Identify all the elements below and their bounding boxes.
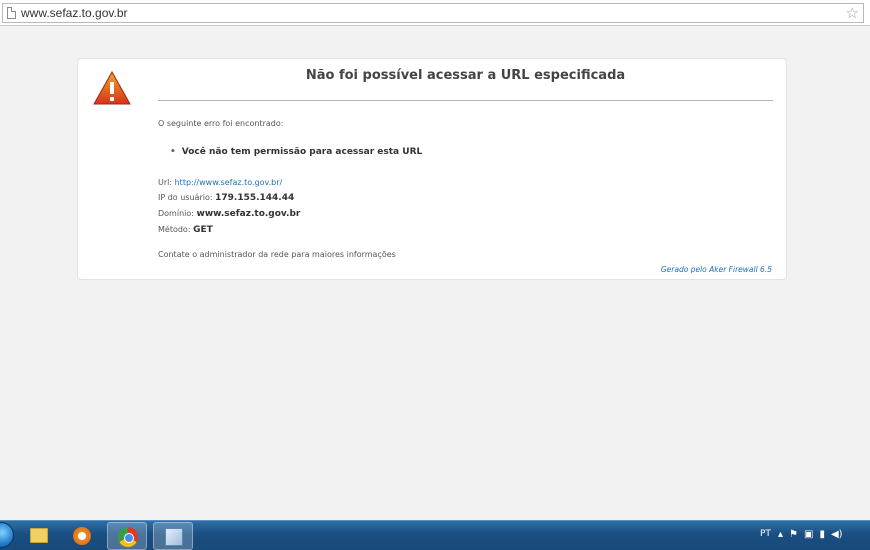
intro-text: O seguinte erro foi encontrado:: [158, 119, 284, 128]
detail-method-label: Método:: [158, 225, 191, 234]
flag-icon[interactable]: ⚑: [789, 528, 798, 542]
folder-icon: [30, 528, 48, 543]
error-list: Você não tem permissão para acessar esta…: [170, 147, 422, 157]
detail-ip-label: IP do usuário:: [158, 193, 213, 202]
arrow-up-icon[interactable]: ▴: [778, 528, 783, 542]
star-icon[interactable]: ☆: [846, 4, 859, 22]
detail-domain-label: Domínio:: [158, 209, 194, 218]
explorer-taskbar-button[interactable]: [18, 522, 58, 550]
window-app-icon: [165, 528, 183, 546]
language-indicator[interactable]: PT: [760, 529, 771, 539]
address-input[interactable]: www.sefaz.to.gov.br ☆: [2, 3, 864, 23]
chrome-icon: [118, 527, 138, 547]
page-icon: [7, 7, 16, 19]
footer-link[interactable]: Gerado pelo Aker Firewall 6.5: [661, 265, 772, 274]
url-text[interactable]: www.sefaz.to.gov.br: [21, 6, 128, 20]
contact-text: Contate o administrador da rede para mai…: [158, 250, 396, 259]
divider: [158, 100, 773, 101]
error-item: Você não tem permissão para acessar esta…: [170, 147, 422, 157]
media-player-icon: [73, 527, 91, 545]
detail-method-value: GET: [193, 225, 213, 235]
detail-url-label: Url:: [158, 178, 173, 187]
detail-ip-value: 179.155.144.44: [215, 193, 295, 203]
speaker-icon[interactable]: ◀): [831, 528, 843, 542]
detail-domain: Domínio: www.sefaz.to.gov.br: [158, 206, 300, 222]
detail-domain-value: www.sefaz.to.gov.br: [196, 209, 301, 219]
taskbar: PT ▴ ⚑ ▣ ▮ ◀): [0, 520, 870, 550]
detail-url: Url: http://www.sefaz.to.gov.br/: [158, 175, 300, 190]
error-details: Url: http://www.sefaz.to.gov.br/ IP do u…: [158, 175, 300, 238]
error-card: Não foi possível acessar a URL especific…: [77, 58, 787, 280]
warning-icon: [93, 71, 131, 105]
media-player-taskbar-button[interactable]: [62, 522, 102, 550]
detail-ip: IP do usuário: 179.155.144.44: [158, 190, 300, 206]
system-tray: ▴ ⚑ ▣ ▮ ◀): [778, 528, 843, 542]
detail-method: Método: GET: [158, 222, 300, 238]
network-icon[interactable]: ▣: [804, 528, 813, 542]
chrome-taskbar-button[interactable]: [107, 522, 147, 550]
start-button[interactable]: [0, 522, 14, 548]
app-taskbar-button[interactable]: [153, 522, 193, 550]
detail-url-link[interactable]: http://www.sefaz.to.gov.br/: [175, 178, 283, 187]
signal-icon[interactable]: ▮: [819, 528, 825, 542]
error-title: Não foi possível acessar a URL especific…: [305, 68, 626, 83]
address-bar: www.sefaz.to.gov.br ☆: [0, 0, 870, 26]
